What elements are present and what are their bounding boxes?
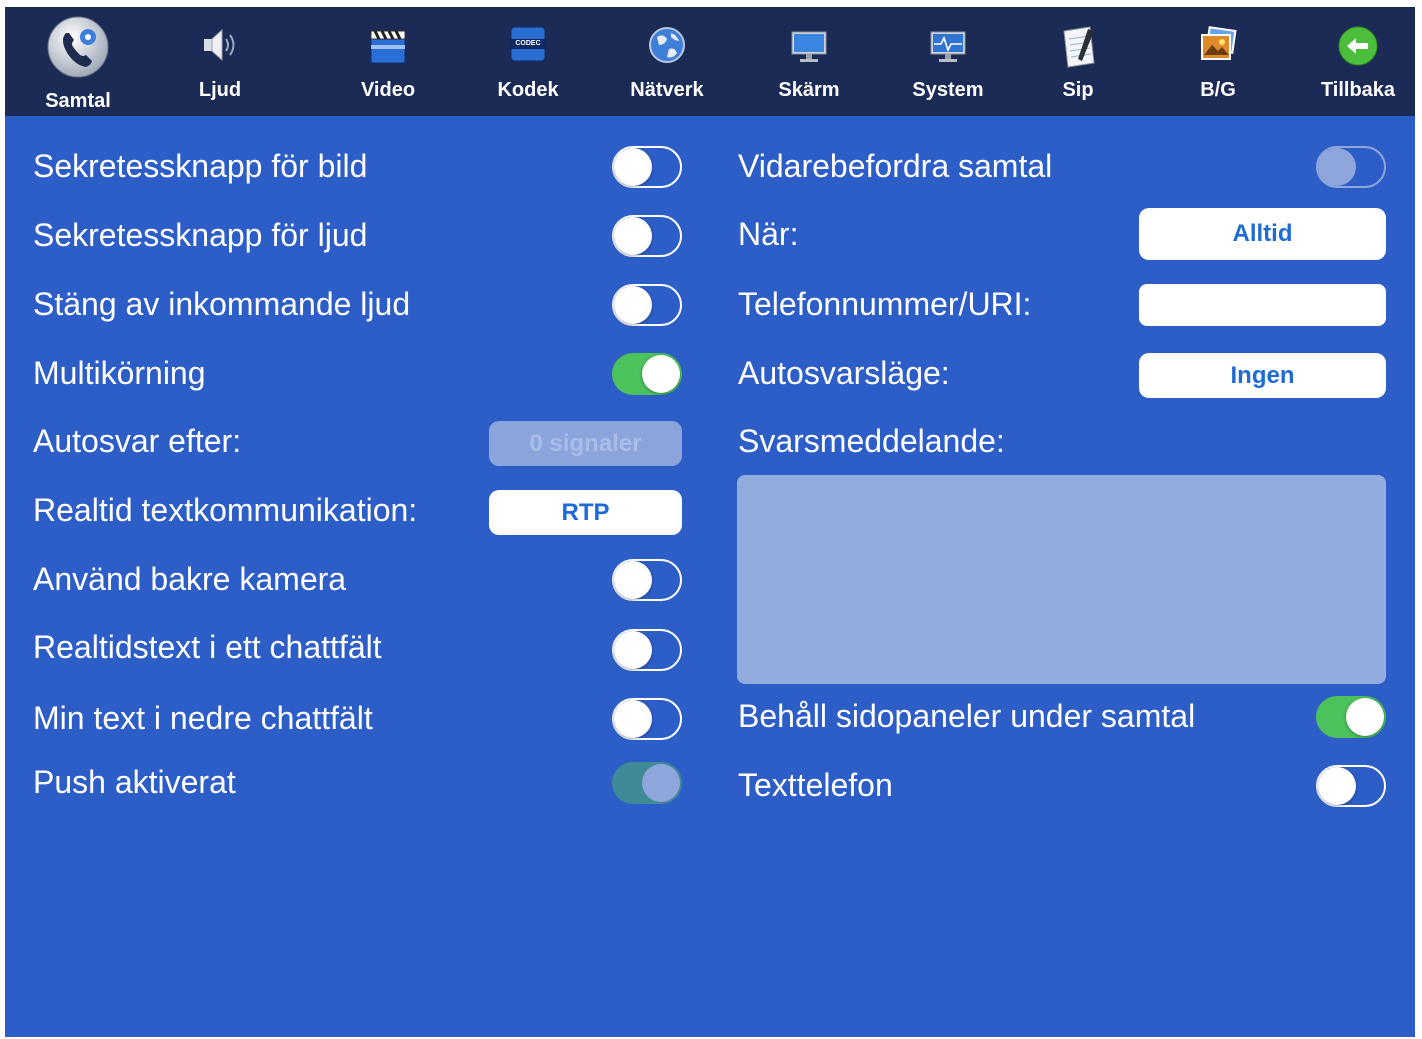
notepad-icon bbox=[1058, 25, 1098, 74]
clapperboard-icon bbox=[367, 25, 409, 72]
toggle-knob bbox=[614, 700, 652, 738]
top-toolbar: Samtal Ljud Video CODEC Kodek Nätverk Sk… bbox=[5, 7, 1415, 116]
video-privacy-label: Sekretessknapp för bild bbox=[33, 148, 368, 184]
tab-bg[interactable]: B/G bbox=[1158, 7, 1278, 116]
autoanswer-mode-label: Autosvarsläge: bbox=[738, 355, 950, 391]
settings-window: Samtal Ljud Video CODEC Kodek Nätverk Sk… bbox=[5, 7, 1415, 1037]
phone-uri-input[interactable] bbox=[1139, 284, 1386, 326]
rtt-protocol-button[interactable]: RTP bbox=[489, 490, 682, 535]
back-arrow-icon bbox=[1337, 25, 1379, 72]
tab-tillbaka[interactable]: Tillbaka bbox=[1298, 7, 1415, 116]
autoanswer-label: Autosvar efter: bbox=[33, 423, 242, 459]
tab-ljud[interactable]: Ljud bbox=[160, 7, 280, 116]
tab-label: System bbox=[912, 79, 984, 101]
speaker-icon bbox=[200, 25, 240, 70]
toggle-knob bbox=[1318, 148, 1356, 186]
toggle-knob bbox=[614, 561, 652, 599]
tab-system[interactable]: System bbox=[888, 7, 1008, 116]
tab-skarm[interactable]: Skärm bbox=[749, 7, 869, 116]
tab-video[interactable]: Video bbox=[328, 7, 448, 116]
tab-label: Sip bbox=[1062, 79, 1094, 101]
tab-kodek[interactable]: CODEC Kodek bbox=[468, 7, 588, 116]
rear-camera-toggle[interactable] bbox=[612, 559, 682, 601]
autoanswer-mode-button[interactable]: Ingen bbox=[1139, 353, 1386, 398]
toggle-knob bbox=[614, 217, 652, 255]
tab-samtal[interactable]: Samtal bbox=[18, 7, 138, 116]
rear-camera-label: Använd bakre kamera bbox=[33, 561, 347, 597]
toggle-knob bbox=[1318, 767, 1356, 805]
rtt-label: Realtid textkommunikation: bbox=[33, 492, 418, 528]
tty-toggle[interactable] bbox=[1316, 765, 1386, 807]
toggle-knob bbox=[642, 355, 680, 393]
audio-privacy-label: Sekretessknapp för ljud bbox=[33, 217, 368, 253]
my-text-lower-toggle[interactable] bbox=[612, 698, 682, 740]
phone-gear-icon bbox=[46, 15, 110, 84]
audio-privacy-toggle[interactable] bbox=[612, 215, 682, 257]
toggle-knob bbox=[614, 631, 652, 669]
answer-message-textarea[interactable] bbox=[737, 475, 1386, 684]
mute-incoming-label: Stäng av inkommande ljud bbox=[33, 286, 411, 322]
multitasking-label: Multikörning bbox=[33, 355, 206, 391]
tty-label: Texttelefon bbox=[738, 767, 893, 803]
tab-label: Kodek bbox=[497, 79, 559, 101]
toggle-knob bbox=[1346, 698, 1384, 736]
rtt-chat-label: Realtidstext i ett chattfält bbox=[33, 629, 382, 665]
tab-label: B/G bbox=[1200, 79, 1236, 101]
monitor-icon bbox=[789, 25, 829, 70]
codec-icon: CODEC bbox=[510, 25, 546, 63]
tab-label: Ljud bbox=[198, 79, 242, 101]
push-label: Push aktiverat bbox=[33, 764, 236, 800]
rtt-chat-toggle[interactable] bbox=[612, 629, 682, 671]
tab-label: Nätverk bbox=[630, 79, 704, 101]
mute-incoming-toggle[interactable] bbox=[612, 284, 682, 326]
forward-toggle[interactable] bbox=[1316, 146, 1386, 188]
codec-icon-text: CODEC bbox=[515, 40, 541, 47]
toggle-knob bbox=[614, 148, 652, 186]
toggle-knob bbox=[614, 286, 652, 324]
when-button[interactable]: Alltid bbox=[1139, 208, 1386, 260]
keep-panels-label: Behåll sidopaneler under samtal bbox=[738, 698, 1196, 734]
autoanswer-rings-button[interactable]: 0 signaler bbox=[489, 421, 682, 466]
tab-label: Video bbox=[360, 79, 416, 101]
my-text-lower-label: Min text i nedre chattfält bbox=[33, 700, 373, 736]
globe-icon bbox=[647, 25, 687, 70]
toggle-knob bbox=[642, 764, 680, 802]
video-privacy-toggle[interactable] bbox=[612, 146, 682, 188]
tab-label: Tillbaka bbox=[1320, 79, 1396, 101]
tab-natverk[interactable]: Nätverk bbox=[607, 7, 727, 116]
system-monitor-icon bbox=[928, 25, 968, 70]
tab-label: Skärm bbox=[778, 79, 840, 101]
push-toggle[interactable] bbox=[612, 762, 682, 804]
when-label: När: bbox=[738, 216, 799, 252]
phone-label: Telefonnummer/URI: bbox=[738, 286, 1032, 322]
answer-message-label: Svarsmeddelande: bbox=[738, 423, 1005, 459]
multitasking-toggle[interactable] bbox=[612, 353, 682, 395]
tab-sip[interactable]: Sip bbox=[1018, 7, 1138, 116]
forward-label: Vidarebefordra samtal bbox=[738, 148, 1053, 184]
tab-label: Samtal bbox=[45, 90, 111, 112]
photos-icon bbox=[1198, 25, 1238, 70]
keep-panels-toggle[interactable] bbox=[1316, 696, 1386, 738]
